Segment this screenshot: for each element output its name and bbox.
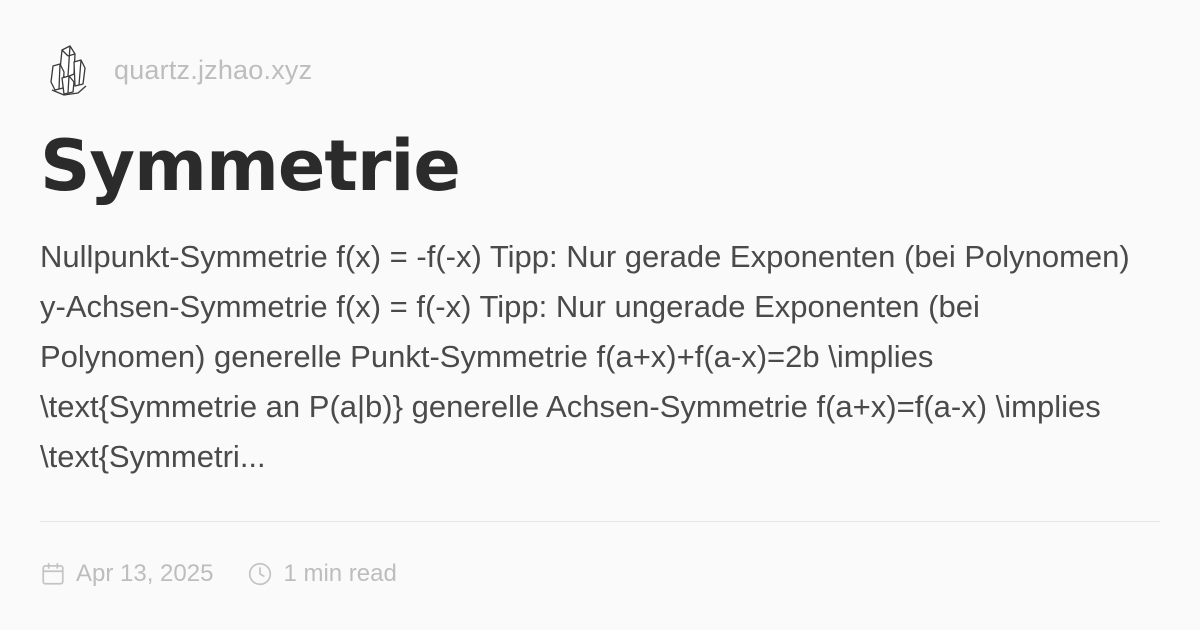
clock-icon: [249, 562, 272, 586]
article-excerpt: Nullpunkt-Symmetrie f(x) = -f(-x) Tipp: …: [40, 239, 1130, 474]
crystal-logo-icon: [50, 45, 87, 96]
calendar-icon: [42, 562, 64, 585]
article-meta: Apr 13, 2025 1 min read: [40, 556, 397, 592]
reading-time-item: 1 min read: [247, 560, 397, 588]
date-item: Apr 13, 2025: [40, 560, 213, 588]
reading-time: 1 min read: [283, 560, 397, 587]
divider: [40, 521, 1160, 522]
site-name[interactable]: quartz.jzhao.xyz: [114, 55, 312, 86]
publish-date: Apr 13, 2025: [76, 560, 214, 587]
page-title: Symmetrie: [40, 125, 461, 207]
site-header: quartz.jzhao.xyz: [48, 42, 312, 98]
preview-card: quartz.jzhao.xyz Symmetrie Nullpunkt-Sym…: [40, 40, 1160, 590]
